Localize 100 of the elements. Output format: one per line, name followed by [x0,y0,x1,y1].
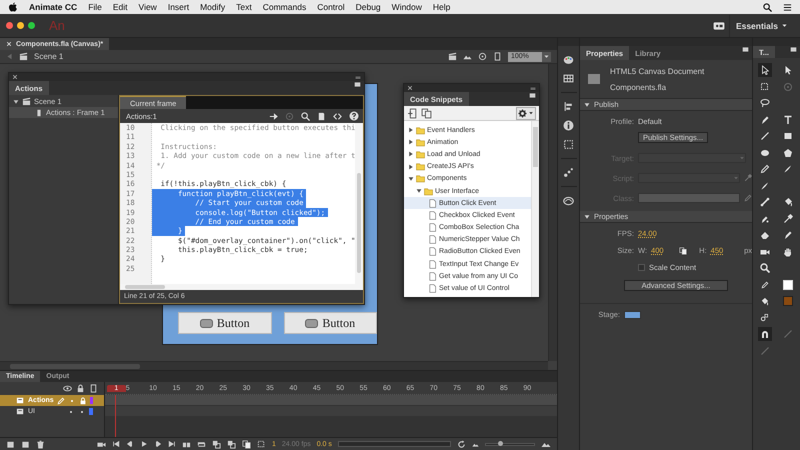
layer-color[interactable] [89,408,93,415]
clip-icon[interactable] [493,52,502,61]
eyedropper-icon[interactable] [783,214,794,224]
menu-item[interactable]: Control [317,2,345,12]
copy-icon[interactable] [421,108,432,118]
color-swatch[interactable] [624,310,641,318]
search-icon[interactable] [763,2,772,12]
selection-tool-icon[interactable] [758,63,772,78]
play-icon[interactable] [140,440,148,448]
list-icon[interactable] [783,2,792,12]
clapper-icon[interactable] [448,52,457,61]
info-icon[interactable] [563,120,574,131]
subselection-tool-icon[interactable] [783,65,794,76]
onion-skin-icon[interactable] [212,440,221,448]
grip-icon[interactable] [355,74,361,80]
paint-bucket-icon[interactable] [783,197,794,208]
first-frame-icon[interactable] [112,440,120,448]
workspace-dropdown[interactable]: Essentials [728,14,794,36]
menu-item[interactable]: Edit [112,2,128,12]
scrollbar[interactable] [338,441,451,447]
menu-item[interactable]: Help [432,2,450,12]
expand-arrow-icon[interactable] [408,164,414,170]
brush-icon[interactable] [783,164,794,174]
scrollbar[interactable] [355,123,363,284]
menu-item[interactable]: Insert [168,2,190,12]
loop-icon[interactable] [197,440,206,448]
paint-brush-icon[interactable] [760,180,770,191]
ink-bottle-icon[interactable] [760,214,770,224]
text-tool-icon[interactable] [783,114,794,125]
expand-arrow-icon[interactable] [408,139,414,146]
scrollbar[interactable] [120,284,363,290]
expand-arrow-icon[interactable] [408,127,414,134]
menu-item[interactable]: Debug [356,2,381,12]
menu-icon[interactable] [354,81,361,88]
menu-icon[interactable] [742,46,749,53]
hand-icon[interactable] [783,246,794,257]
close-icon[interactable] [12,74,18,80]
collapse-arrow-icon[interactable] [13,98,19,104]
options-button[interactable] [516,106,536,120]
expand-arrow-icon[interactable] [408,151,414,158]
snap-icon[interactable] [758,327,772,342]
stroke-color-icon[interactable] [760,280,769,289]
fill-color-icon[interactable] [760,296,770,306]
no-color-swatch[interactable] [783,280,794,290]
trash-icon[interactable] [36,440,45,448]
scrollbar[interactable] [548,64,557,361]
help-icon[interactable] [349,111,359,121]
edit-frames-icon[interactable] [242,440,251,448]
last-frame-icon[interactable] [168,440,176,448]
collapse-arrow-icon[interactable] [584,102,590,108]
cloud-icon[interactable] [563,195,574,206]
center-frame-icon[interactable] [182,440,191,448]
search-icon[interactable] [301,112,310,120]
apple-icon[interactable] [8,2,18,12]
menu-item[interactable]: Window [392,2,422,12]
code-editor[interactable] [120,123,363,284]
app-menu[interactable]: Animate CC [29,2,78,12]
code-icon[interactable] [333,112,342,120]
palette-icon[interactable] [563,54,574,65]
lock-icon[interactable] [78,396,87,404]
onion-outline-icon[interactable] [227,440,236,448]
next-frame-icon[interactable] [154,440,162,448]
document-icon[interactable] [317,112,326,120]
bone-tool-icon[interactable] [760,197,770,208]
menu-item[interactable]: File [88,2,102,12]
menu-item[interactable]: View [138,2,157,12]
checkbox[interactable] [638,264,645,271]
rectangle-tool-icon[interactable] [783,131,794,142]
close-button[interactable] [6,22,13,29]
scrollbar[interactable] [0,361,548,370]
grip-icon[interactable] [530,85,536,91]
previous-frame-icon[interactable] [126,440,134,448]
pin-icon[interactable] [269,112,278,120]
close-icon[interactable] [407,85,413,91]
layer-color[interactable] [90,397,93,404]
menu-icon[interactable] [529,92,536,99]
fill-swatch[interactable] [783,296,794,306]
outline-icon[interactable] [89,384,98,393]
free-transform-icon[interactable] [760,82,770,92]
crosshair-icon[interactable] [478,52,487,61]
swap-colors-icon[interactable] [760,313,770,322]
width-tool-icon[interactable] [783,230,794,240]
eraser-icon[interactable] [760,230,770,240]
zoom-icon[interactable] [760,263,770,274]
menu-item[interactable]: Modify [200,2,226,12]
workspace-icon[interactable] [712,20,725,32]
eye-icon[interactable] [63,384,72,393]
stage-button[interactable]: Button [178,312,272,334]
refresh-icon[interactable] [457,440,466,448]
collapse-arrow-icon[interactable] [584,214,590,220]
lock-icon[interactable] [76,384,85,393]
transform-icon[interactable] [563,139,574,150]
lasso-icon[interactable] [760,98,770,108]
new-layer-icon[interactable] [6,440,15,448]
minimize-button[interactable] [17,22,24,29]
menu-item[interactable]: Commands [262,2,306,12]
oval-tool-icon[interactable] [760,148,770,158]
grid-icon[interactable] [563,73,574,84]
collapse-arrow-icon[interactable] [408,176,414,182]
camera-icon[interactable] [97,440,106,448]
